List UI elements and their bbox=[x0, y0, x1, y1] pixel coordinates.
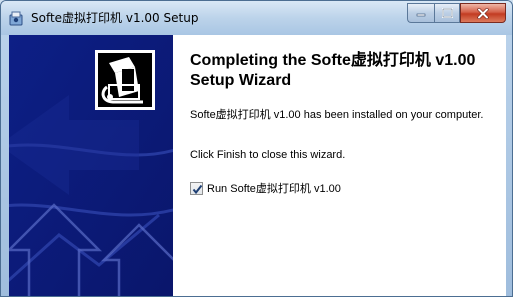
wizard-content: Completing the Softe虚拟打印机 v1.00 Setup Wi… bbox=[9, 35, 506, 296]
run-app-option[interactable]: Run Softe虚拟打印机 v1.00 bbox=[190, 181, 341, 195]
finish-instruction: Click Finish to close this wizard. bbox=[190, 149, 346, 161]
run-app-checkbox[interactable] bbox=[190, 181, 203, 195]
installer-app-icon[interactable] bbox=[8, 10, 24, 26]
minimize-button[interactable] bbox=[407, 3, 434, 23]
minimize-icon bbox=[416, 13, 426, 17]
maximize-icon bbox=[441, 8, 453, 18]
installed-message: Softe虚拟打印机 v1.00 has been installed on y… bbox=[190, 109, 484, 121]
wizard-banner-image bbox=[9, 35, 173, 296]
window-title: Softe虚拟打印机 v1.00 Setup bbox=[31, 11, 199, 25]
run-app-label[interactable]: Run Softe虚拟打印机 v1.00 bbox=[207, 180, 341, 196]
maximize-button[interactable] bbox=[434, 3, 460, 23]
close-icon bbox=[477, 7, 489, 19]
checkmark-icon bbox=[192, 184, 203, 194]
wizard-heading: Completing the Softe虚拟打印机 v1.00 Setup Wi… bbox=[190, 52, 476, 89]
title-bar[interactable]: Softe虚拟打印机 v1.00 Setup bbox=[1, 1, 512, 35]
setup-window: Softe虚拟打印机 v1.00 Setup Completing the So… bbox=[0, 0, 513, 297]
close-button[interactable] bbox=[460, 3, 506, 23]
installer-logo-icon bbox=[95, 50, 155, 110]
